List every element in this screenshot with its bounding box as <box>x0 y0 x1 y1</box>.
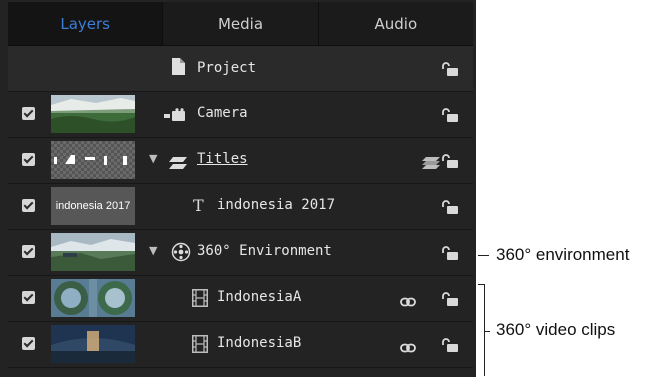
thumbnail-text: indonesia 2017 <box>55 200 131 212</box>
tab-media[interactable]: Media <box>163 2 319 45</box>
callout-bracket-pointer <box>484 331 490 332</box>
callout-line-environment <box>478 255 489 256</box>
layer-row-indonesia-2017[interactable]: indonesia 2017 T indonesia 2017 <box>8 184 473 230</box>
camera-icon <box>164 107 186 126</box>
layer-label: IndonesiaB <box>217 335 302 351</box>
titles-thumbnail <box>51 141 135 179</box>
disclosure-triangle-icon[interactable]: ▼ <box>149 152 157 165</box>
layer-label: 360° Environment <box>197 243 332 259</box>
lock-icon[interactable] <box>441 337 459 352</box>
layer-visibility-checkbox[interactable] <box>22 153 35 166</box>
lock-icon[interactable] <box>441 61 459 76</box>
tab-audio[interactable]: Audio <box>319 2 473 45</box>
tab-audio-label: Audio <box>374 14 418 33</box>
layer-row-project[interactable]: Project <box>8 46 473 92</box>
layer-visibility-checkbox[interactable] <box>22 337 35 350</box>
film-strip-icon <box>192 335 208 357</box>
clip-thumbnail <box>51 325 135 363</box>
lock-icon[interactable] <box>441 245 459 260</box>
layer-label: Camera <box>197 105 248 121</box>
tab-layers-label: Layers <box>60 14 110 33</box>
callout-bracket-video-clips <box>484 284 485 376</box>
clip-thumbnail <box>51 279 135 317</box>
layers-stack-icon <box>422 154 440 173</box>
text-thumbnail: indonesia 2017 <box>51 187 135 225</box>
link-icon[interactable] <box>400 338 416 353</box>
layer-visibility-checkbox[interactable] <box>22 107 35 120</box>
tab-bar: Layers Media Audio <box>8 2 473 46</box>
link-icon[interactable] <box>400 292 416 307</box>
text-icon: T <box>193 196 204 215</box>
layer-row-camera[interactable]: Camera <box>8 92 473 138</box>
layer-label: Titles <box>197 151 248 167</box>
lock-icon[interactable] <box>441 291 459 306</box>
disclosure-triangle-icon[interactable]: ▼ <box>149 244 157 257</box>
callout-360-environment: 360° environment <box>496 245 630 264</box>
lock-icon[interactable] <box>441 153 459 168</box>
layer-label: Project <box>197 60 257 76</box>
layer-visibility-checkbox[interactable] <box>22 291 35 304</box>
layer-row-indonesiab[interactable]: IndonesiaB <box>8 322 473 368</box>
layer-row-indonesiaa[interactable]: IndonesiaA <box>8 276 473 322</box>
lock-icon[interactable] <box>441 199 459 214</box>
layer-row-360-environment[interactable]: ▼ 360° Environment <box>8 230 473 276</box>
layer-visibility-checkbox[interactable] <box>22 199 35 212</box>
environment-360-icon <box>171 242 191 266</box>
layer-row-titles[interactable]: ▼ Titles <box>8 138 473 184</box>
layer-label: indonesia 2017 <box>217 197 336 213</box>
tab-media-label: Media <box>217 14 264 33</box>
layer-label: IndonesiaA <box>217 289 302 305</box>
layer-visibility-checkbox[interactable] <box>22 245 35 258</box>
callout-bracket-top <box>478 284 485 285</box>
callout-360-video-clips: 360° video clips <box>496 320 616 339</box>
film-strip-icon <box>192 289 208 311</box>
titles-group-icon <box>169 154 187 173</box>
tab-layers[interactable]: Layers <box>8 2 164 45</box>
camera-thumbnail <box>51 95 135 133</box>
document-icon <box>171 58 185 79</box>
layers-panel: Layers Media Audio Project Camera ▼ Titl… <box>0 0 476 377</box>
environment-thumbnail <box>51 233 135 271</box>
lock-icon[interactable] <box>441 107 459 122</box>
